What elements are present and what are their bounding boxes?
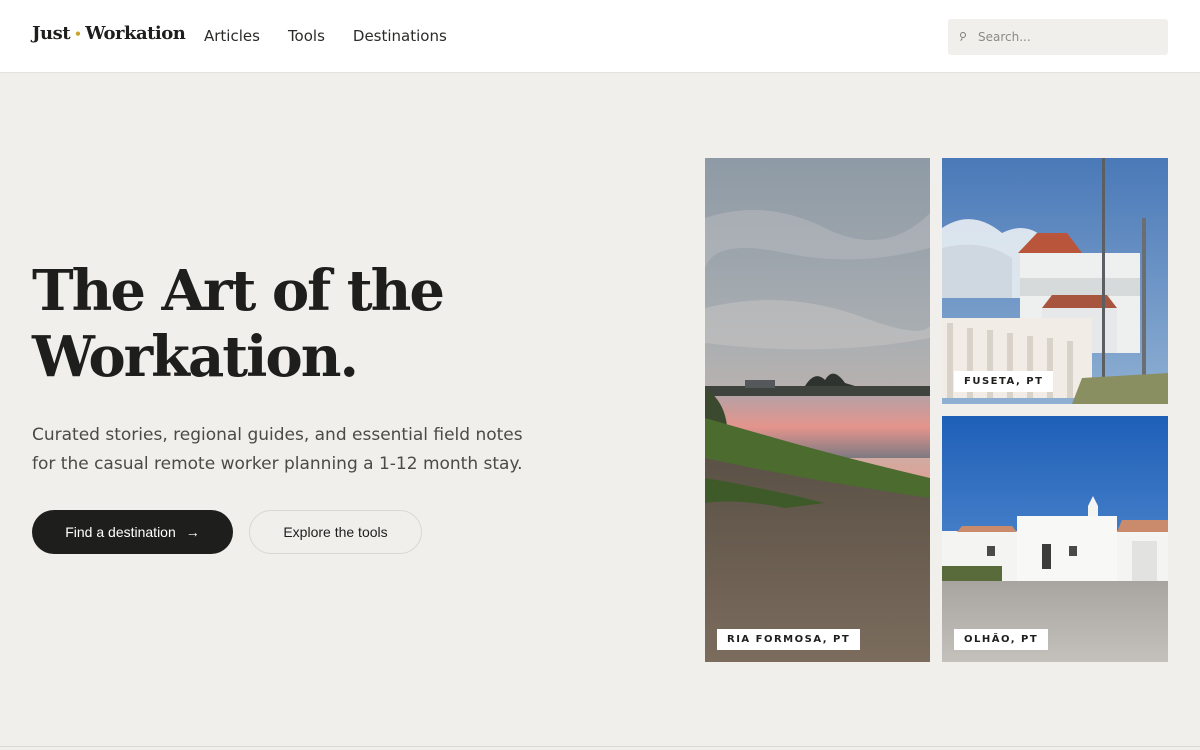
photo-label-olhao: OLHÃO, PT [954,629,1049,650]
hero-subtitle: Curated stories, regional guides, and es… [32,425,523,474]
explore-tools-label: Explore the tools [283,524,388,540]
site-logo[interactable]: Just • Workation [32,23,186,44]
section-divider [0,746,1200,747]
ria-formosa-photo [705,158,930,662]
photo-card-ria-formosa[interactable]: RIA FORMOSA, PT [705,158,930,662]
fuseta-photo [942,158,1168,404]
logo-text-workation: Workation [85,23,186,44]
search-box[interactable] [948,19,1168,55]
hero-title-line-1: The Art of the [32,258,445,324]
photo-card-olhao[interactable]: OLHÃO, PT [942,416,1168,662]
hero-title: The Art of the Workation. [32,258,552,390]
site-header: Just • Workation Articles Tools Destinat… [0,0,1200,73]
find-destination-button[interactable]: Find a destination → [32,510,233,554]
logo-text-just: Just [32,23,71,44]
photo-label-ria-formosa: RIA FORMOSA, PT [717,629,861,650]
search-icon [960,32,970,42]
main-nav: Articles Tools Destinations [204,27,447,45]
nav-destinations[interactable]: Destinations [353,27,447,45]
nav-articles[interactable]: Articles [204,27,260,45]
arrow-right-icon: → [185,524,200,540]
photo-label-fuseta: FUSETA, PT [954,371,1054,392]
find-destination-label: Find a destination [65,524,176,540]
olhao-photo [942,416,1168,662]
nav-tools[interactable]: Tools [288,27,325,45]
logo-dot-icon: • [74,26,82,41]
explore-tools-button[interactable]: Explore the tools [249,510,422,554]
hero-title-line-2: Workation. [32,324,359,390]
photo-card-fuseta[interactable]: FUSETA, PT [942,158,1168,404]
search-input[interactable] [978,30,1158,44]
